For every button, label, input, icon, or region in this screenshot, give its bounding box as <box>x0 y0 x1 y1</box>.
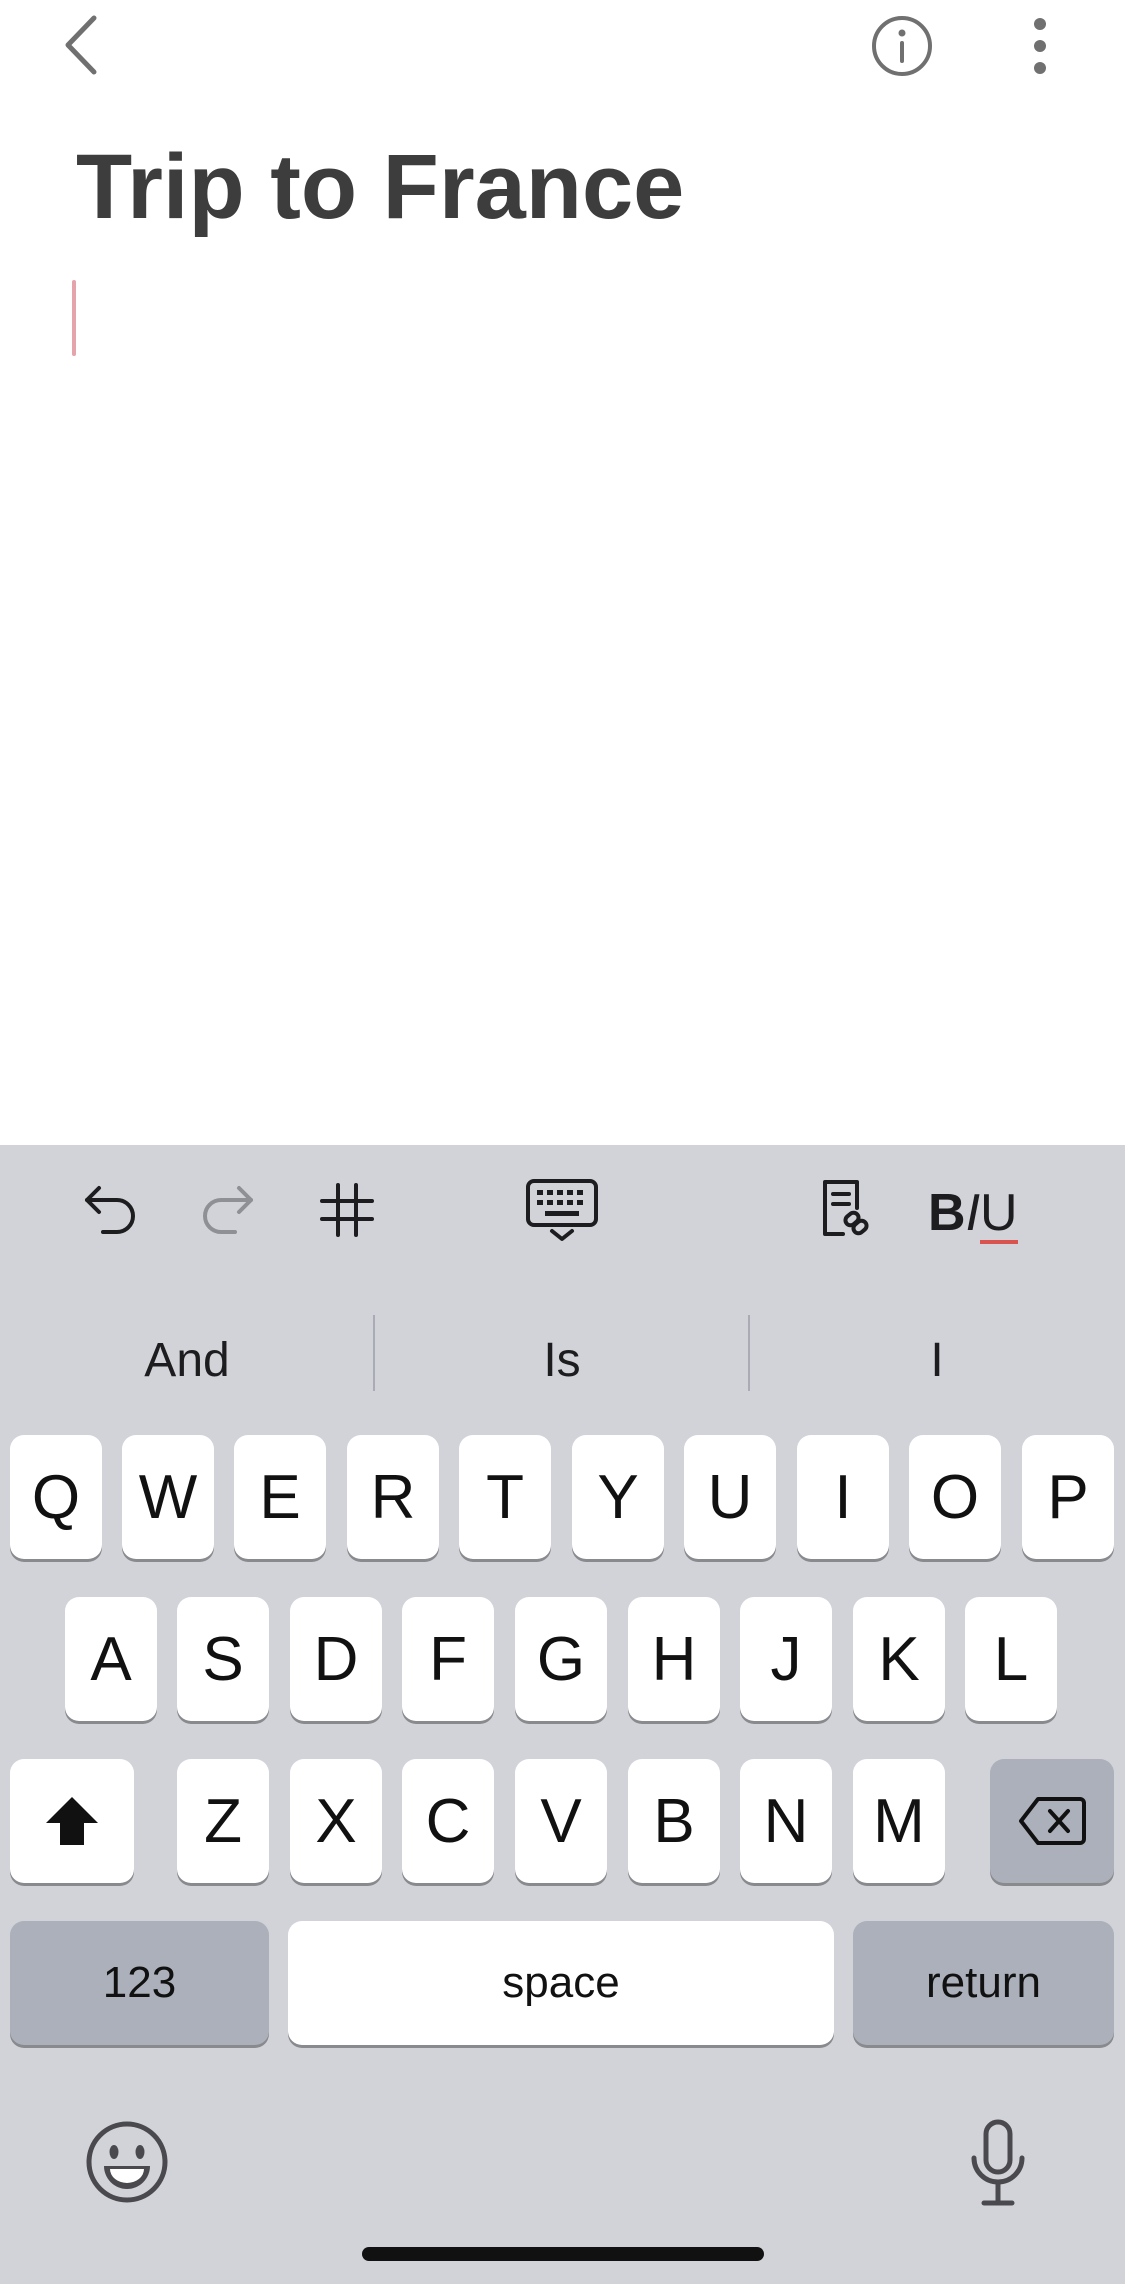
backspace-key[interactable] <box>990 1759 1114 1883</box>
key-c[interactable]: C <box>402 1759 494 1883</box>
text-format-button[interactable]: BIU <box>928 1183 1018 1244</box>
key-n[interactable]: N <box>740 1759 832 1883</box>
suggestion-divider <box>748 1315 750 1391</box>
key-k[interactable]: K <box>853 1597 945 1721</box>
editor-toolbar: BIU <box>0 1145 1125 1275</box>
key-h[interactable]: H <box>628 1597 720 1721</box>
numbers-key[interactable]: 123 <box>10 1921 269 2045</box>
more-button[interactable] <box>1020 12 1060 80</box>
return-key[interactable]: return <box>853 1921 1114 2045</box>
undo-button[interactable] <box>74 1175 144 1245</box>
key-r[interactable]: R <box>347 1435 439 1559</box>
note-body-editor[interactable] <box>0 260 1125 1140</box>
key-j[interactable]: J <box>740 1597 832 1721</box>
microphone-icon <box>971 2119 1025 2206</box>
redo-button[interactable] <box>194 1175 264 1245</box>
key-s[interactable]: S <box>177 1597 269 1721</box>
suggestion-1[interactable]: And <box>0 1305 374 1415</box>
info-icon <box>872 16 932 76</box>
key-i[interactable]: I <box>797 1435 889 1559</box>
shift-icon <box>46 1797 98 1845</box>
note-link-button[interactable] <box>810 1175 880 1245</box>
key-q[interactable]: Q <box>10 1435 102 1559</box>
keyboard-dismiss-icon <box>526 1179 598 1241</box>
key-t[interactable]: T <box>459 1435 551 1559</box>
key-y[interactable]: Y <box>572 1435 664 1559</box>
text-caret <box>72 280 76 356</box>
key-u[interactable]: U <box>684 1435 776 1559</box>
emoji-icon <box>86 2121 168 2203</box>
top-bar <box>0 0 1125 110</box>
italic-label: I <box>965 1184 981 1242</box>
keyboard-dismiss-button[interactable] <box>524 1175 600 1245</box>
note-link-icon <box>823 1180 869 1236</box>
key-l[interactable]: L <box>965 1597 1057 1721</box>
key-g[interactable]: G <box>515 1597 607 1721</box>
note-title[interactable]: Trip to France <box>76 135 684 240</box>
suggestion-divider <box>373 1315 375 1391</box>
backspace-icon <box>1019 1797 1086 1845</box>
suggestion-2[interactable]: Is <box>375 1305 749 1415</box>
key-w[interactable]: W <box>122 1435 214 1559</box>
key-b[interactable]: B <box>628 1759 720 1883</box>
key-m[interactable]: M <box>853 1759 945 1883</box>
key-z[interactable]: Z <box>177 1759 269 1883</box>
emoji-button[interactable] <box>82 2117 172 2207</box>
key-a[interactable]: A <box>65 1597 157 1721</box>
key-p[interactable]: P <box>1022 1435 1114 1559</box>
keyboard: BIU And Is I Q W E R T Y U I O P A S D F… <box>0 1145 1125 2284</box>
undo-icon <box>85 1186 135 1234</box>
key-e[interactable]: E <box>234 1435 326 1559</box>
back-button[interactable] <box>50 10 110 80</box>
key-x[interactable]: X <box>290 1759 382 1883</box>
dictation-button[interactable] <box>958 2113 1038 2213</box>
info-button[interactable] <box>868 12 936 80</box>
key-d[interactable]: D <box>290 1597 382 1721</box>
home-indicator[interactable] <box>362 2247 764 2261</box>
key-o[interactable]: O <box>909 1435 1001 1559</box>
shift-key[interactable] <box>10 1759 134 1883</box>
tag-button[interactable] <box>312 1175 382 1245</box>
predictive-bar: And Is I <box>0 1305 1125 1415</box>
key-f[interactable]: F <box>402 1597 494 1721</box>
bold-label: B <box>928 1184 966 1242</box>
suggestion-3[interactable]: I <box>750 1305 1124 1415</box>
redo-icon <box>203 1186 253 1234</box>
chevron-left-icon <box>65 15 97 75</box>
hashtag-icon <box>320 1183 374 1237</box>
more-vertical-icon <box>1034 18 1046 74</box>
space-key[interactable]: space <box>288 1921 834 2045</box>
underline-label: U <box>980 1184 1018 1244</box>
key-v[interactable]: V <box>515 1759 607 1883</box>
